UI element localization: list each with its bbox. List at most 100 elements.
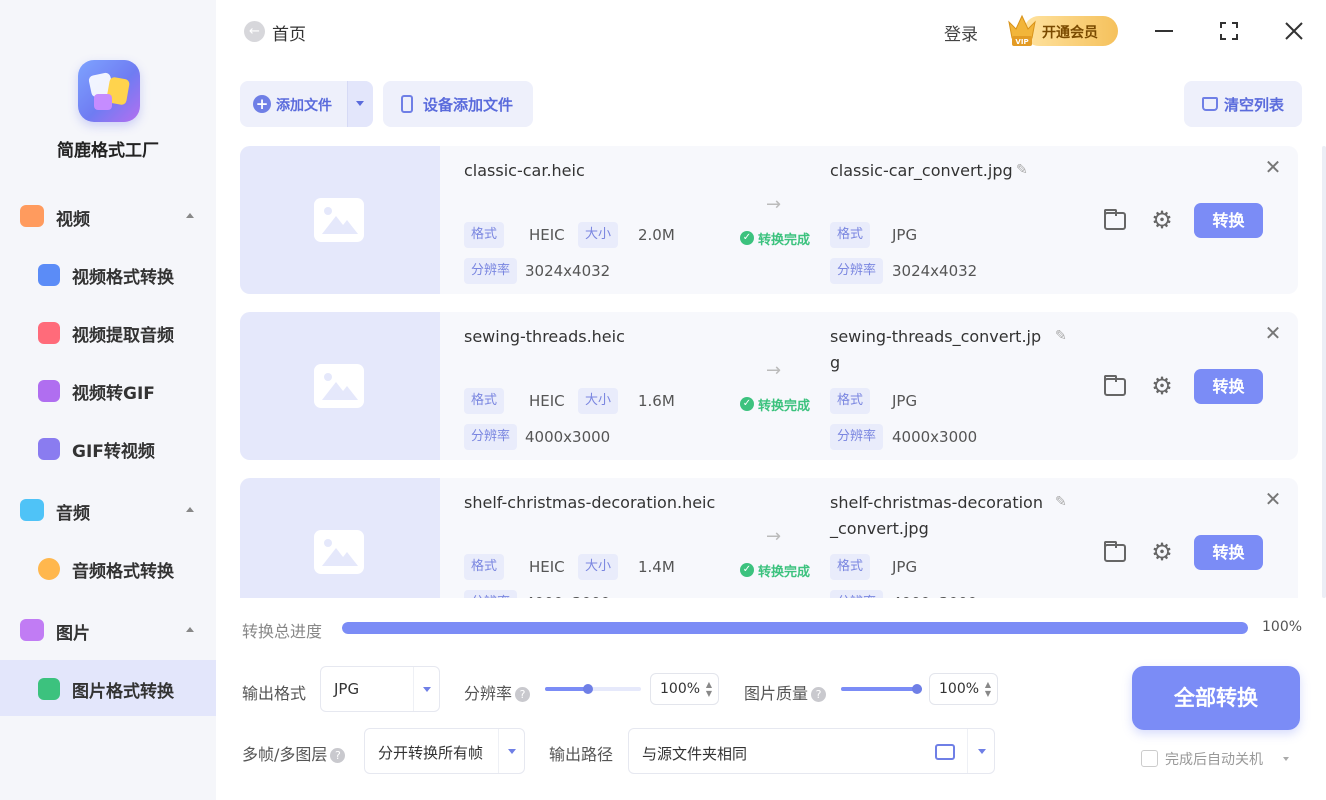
file-list-scrollbar[interactable]: [1322, 146, 1326, 598]
sidebar-item-extract-audio[interactable]: 视频提取音频: [0, 304, 216, 360]
open-folder-icon[interactable]: [1104, 209, 1126, 230]
gear-icon[interactable]: ⚙: [1150, 374, 1174, 398]
audio-icon: [20, 499, 44, 521]
sidebar-item-video-to-gif[interactable]: 视频转GIF: [0, 362, 216, 418]
format-tag: 格式: [464, 554, 505, 580]
remove-file-icon[interactable]: ✕: [1264, 489, 1282, 509]
gif-icon: [38, 380, 60, 402]
sidebar-item-video-convert[interactable]: 视频格式转换: [0, 246, 216, 302]
stepper-arrows-icon[interactable]: ▲ ▼: [985, 680, 991, 698]
chevron-down-icon[interactable]: [1283, 757, 1289, 761]
check-circle-icon: ✓: [740, 563, 754, 577]
file-thumbnail: [240, 478, 440, 598]
vip-button[interactable]: 开通会员 VIP: [1006, 12, 1118, 48]
format-tag: 格式: [464, 388, 505, 414]
edit-pencil-icon[interactable]: ✎: [1055, 328, 1071, 344]
device-add-file-button[interactable]: 设备添加文件: [383, 81, 533, 127]
add-file-button[interactable]: + 添加文件: [240, 81, 373, 127]
resolution-setting-label: 分辨率?: [464, 680, 531, 704]
format-tag: 格式: [464, 222, 505, 248]
source-size: 1.6M: [638, 392, 675, 410]
sidebar-section-label: 图片: [56, 624, 90, 644]
open-folder-icon[interactable]: [1104, 375, 1126, 396]
size-tag: 大小: [578, 388, 619, 414]
sidebar-section-video[interactable]: 视频: [0, 196, 216, 236]
remove-file-icon[interactable]: ✕: [1264, 323, 1282, 343]
convert-button[interactable]: 转换: [1194, 203, 1263, 238]
resolution-tag: 分辨率: [464, 424, 518, 450]
maximize-button[interactable]: [1216, 18, 1242, 44]
format-tag: 格式: [830, 554, 871, 580]
resolution-tag: 分辨率: [464, 258, 518, 284]
sidebar-item-audio-convert[interactable]: 音频格式转换: [0, 540, 216, 596]
dropdown-toggle: [498, 729, 524, 773]
output-format-select[interactable]: JPG: [320, 666, 440, 712]
auto-shutdown-checkbox[interactable]: [1141, 750, 1158, 767]
open-folder-icon[interactable]: [1104, 541, 1126, 562]
login-button[interactable]: 登录: [944, 20, 978, 45]
output-path-label: 输出路径: [549, 745, 614, 764]
edit-pencil-icon[interactable]: ✎: [1016, 162, 1032, 178]
sidebar-item-label: GIF转视频: [72, 442, 155, 462]
gear-icon[interactable]: ⚙: [1150, 540, 1174, 564]
remove-file-icon[interactable]: ✕: [1264, 157, 1282, 177]
clear-list-label: 清空列表: [1224, 96, 1285, 114]
quality-stepper[interactable]: 100% ▲ ▼: [929, 673, 998, 705]
sidebar-section-image[interactable]: 图片: [0, 610, 216, 650]
status-label: 转换完成: [758, 565, 811, 580]
output-format-label: 输出格式: [242, 684, 307, 703]
resolution-slider-knob[interactable]: [583, 684, 594, 694]
output-resolution: 4000x3000: [892, 428, 978, 446]
close-window-button[interactable]: [1281, 18, 1307, 44]
gear-icon[interactable]: ⚙: [1150, 208, 1174, 232]
clear-list-button[interactable]: 清空列表: [1184, 81, 1302, 127]
help-icon[interactable]: ?: [330, 748, 346, 763]
collapse-caret-icon: [186, 627, 194, 632]
multiframe-select[interactable]: 分开转换所有帧: [364, 728, 525, 774]
total-progress-bar: [342, 622, 1248, 634]
vip-badge-text: VIP: [1015, 38, 1028, 46]
output-format-value: JPG: [334, 680, 360, 698]
convert-button[interactable]: 转换: [1194, 535, 1263, 570]
output-path-dropdown[interactable]: [967, 729, 995, 773]
help-icon[interactable]: ?: [811, 687, 827, 702]
multiframe-value: 分开转换所有帧: [378, 744, 484, 762]
minimize-icon: [1155, 30, 1173, 32]
sidebar-section-audio[interactable]: 音频: [0, 490, 216, 530]
minimize-button[interactable]: [1151, 18, 1177, 44]
output-path-select[interactable]: 与源文件夹相同: [628, 728, 995, 774]
arrow-right-icon: →: [766, 526, 782, 547]
quality-slider[interactable]: [841, 684, 922, 694]
resolution-slider[interactable]: [545, 684, 641, 694]
resolution-slider-fill: [545, 687, 589, 691]
output-file-name[interactable]: shelf-christmas-decoration_convert.jpg: [830, 490, 1048, 542]
vip-label: 开通会员: [1042, 25, 1098, 41]
image-icon: [20, 619, 44, 641]
source-format: HEIC: [529, 392, 565, 410]
help-icon[interactable]: ?: [515, 687, 531, 702]
convert-button[interactable]: 转换: [1194, 369, 1263, 404]
output-file-name[interactable]: sewing-threads_convert.jpg: [830, 324, 1048, 376]
add-file-dropdown[interactable]: [348, 81, 373, 127]
resolution-tag: 分辨率: [830, 590, 884, 598]
resolution-tag: 分辨率: [464, 590, 518, 598]
edit-pencil-icon[interactable]: ✎: [1055, 494, 1071, 510]
stepper-arrows-icon[interactable]: ▲ ▼: [706, 680, 712, 698]
chevron-down-icon: [423, 687, 431, 692]
video-convert-icon: [38, 264, 60, 286]
dropdown-toggle: [413, 667, 439, 711]
resolution-stepper[interactable]: 100% ▲ ▼: [650, 673, 719, 705]
quality-slider-knob[interactable]: [912, 684, 922, 694]
source-resolution: 4000x3000: [525, 590, 610, 598]
resolution-setting-text: 分辨率: [464, 684, 513, 703]
source-size: 1.4M: [638, 558, 675, 576]
quality-setting-text: 图片质量: [744, 684, 809, 703]
source-format: HEIC: [529, 226, 565, 244]
convert-all-button[interactable]: 全部转换: [1132, 666, 1300, 730]
sidebar-item-gif-to-video[interactable]: GIF转视频: [0, 420, 216, 476]
sidebar-item-label: 音频格式转换: [72, 562, 174, 582]
total-progress-percent: 100%: [1262, 619, 1303, 635]
sidebar-item-image-convert[interactable]: 图片格式转换: [0, 660, 216, 716]
back-label: 首页: [272, 25, 306, 45]
folder-icon[interactable]: [935, 744, 955, 760]
